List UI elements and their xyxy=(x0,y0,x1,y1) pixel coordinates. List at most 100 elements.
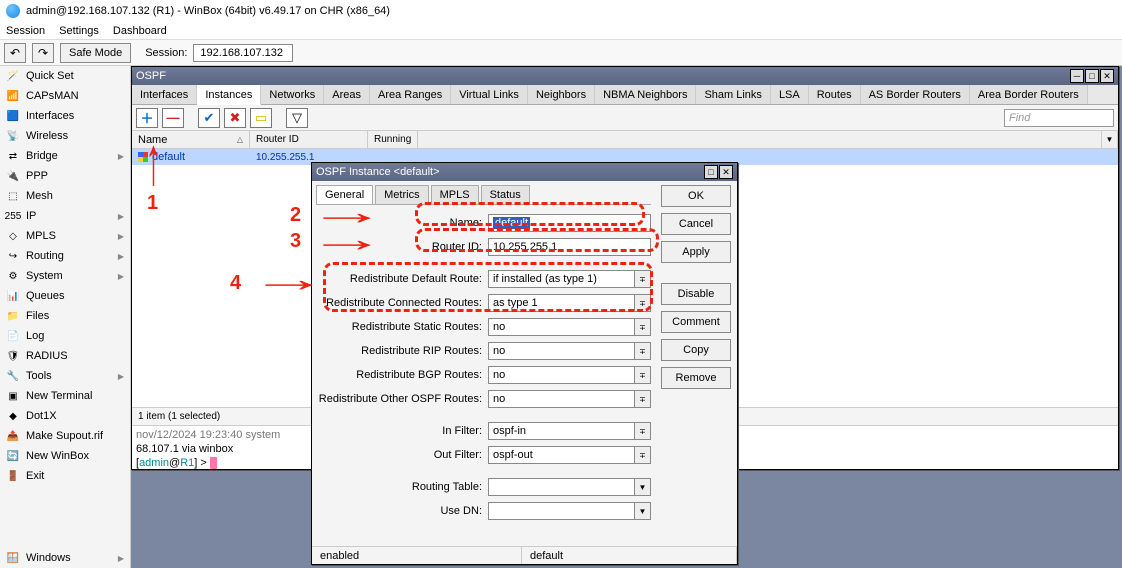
tab-virtual-links[interactable]: Virtual Links xyxy=(451,85,528,104)
dropdown-icon[interactable]: ∓ xyxy=(635,318,651,336)
tab-routes[interactable]: Routes xyxy=(809,85,861,104)
enable-button[interactable]: ✔ xyxy=(198,108,220,128)
dropdown-icon[interactable]: ∓ xyxy=(635,390,651,408)
redo-button[interactable]: ↷ xyxy=(32,43,54,63)
sidebar-item-mesh[interactable]: ⬚Mesh xyxy=(0,186,130,206)
sidebar-item-new-terminal[interactable]: ▣New Terminal xyxy=(0,386,130,406)
redist-rip-select[interactable]: no xyxy=(488,342,635,360)
apply-button[interactable]: Apply xyxy=(661,241,731,263)
tab-lsa[interactable]: LSA xyxy=(771,85,809,104)
sidebar-item-exit[interactable]: 🚪Exit xyxy=(0,466,130,486)
disable-button[interactable]: Disable xyxy=(661,283,731,305)
name-field[interactable]: default xyxy=(488,214,651,232)
tab-area-ranges[interactable]: Area Ranges xyxy=(370,85,451,104)
minimize-icon[interactable]: ─ xyxy=(1070,69,1084,83)
dialog-tab-metrics[interactable]: Metrics xyxy=(375,185,428,204)
sidebar-item-capsman[interactable]: 📶CAPsMAN xyxy=(0,86,130,106)
comment-button[interactable]: Comment xyxy=(661,311,731,333)
dropdown-icon[interactable]: ▼ xyxy=(635,502,651,520)
sidebar-item-routing[interactable]: ↪Routing▶ xyxy=(0,246,130,266)
undo-button[interactable]: ↶ xyxy=(4,43,26,63)
sidebar-item-label: CAPsMAN xyxy=(26,90,79,102)
sidebar-item-label: Interfaces xyxy=(26,110,74,122)
sidebar-item-tools[interactable]: 🔧Tools▶ xyxy=(0,366,130,386)
redist-default-select[interactable]: if installed (as type 1) xyxy=(488,270,635,288)
dropdown-icon[interactable]: ∓ xyxy=(635,270,651,288)
tab-networks[interactable]: Networks xyxy=(261,85,324,104)
dropdown-icon[interactable]: ∓ xyxy=(635,422,651,440)
comment-button[interactable]: ▭ xyxy=(250,108,272,128)
sidebar-item-dot1x[interactable]: ◆Dot1X xyxy=(0,406,130,426)
tab-neighbors[interactable]: Neighbors xyxy=(528,85,595,104)
sidebar-item-files[interactable]: 📁Files xyxy=(0,306,130,326)
router-id-field[interactable]: 10.255.255.1 xyxy=(488,238,651,256)
sidebar-item-log[interactable]: 📄Log xyxy=(0,326,130,346)
sidebar-item-label: New WinBox xyxy=(26,450,89,462)
sidebar-item-make-supout.rif[interactable]: 📤Make Supout.rif xyxy=(0,426,130,446)
add-button[interactable]: ＋ xyxy=(136,108,158,128)
col-router-id[interactable]: Router ID xyxy=(250,131,368,148)
disable-button[interactable]: ✖ xyxy=(224,108,246,128)
tab-sham-links[interactable]: Sham Links xyxy=(696,85,770,104)
out-filter-select[interactable]: ospf-out xyxy=(488,446,635,464)
chevron-right-icon: ▶ xyxy=(118,152,124,161)
sidebar-item-interfaces[interactable]: 🟦Interfaces xyxy=(0,106,130,126)
filter-button[interactable]: ▽ xyxy=(286,108,308,128)
sidebar-item-mpls[interactable]: ◇MPLS▶ xyxy=(0,226,130,246)
ok-button[interactable]: OK xyxy=(661,185,731,207)
sidebar-item-wireless[interactable]: 📡Wireless xyxy=(0,126,130,146)
close-icon[interactable]: ✕ xyxy=(719,165,733,179)
col-name[interactable]: Name△ xyxy=(132,131,250,148)
sidebar-item-radius[interactable]: 🛡RADIUS xyxy=(0,346,130,366)
sidebar-item-label: Mesh xyxy=(26,190,53,202)
remove-button[interactable]: — xyxy=(162,108,184,128)
dialog-title[interactable]: OSPF Instance <default> □ ✕ xyxy=(312,163,737,181)
sidebar-item-bridge[interactable]: ⇄Bridge▶ xyxy=(0,146,130,166)
redist-connected-select[interactable]: as type 1 xyxy=(488,294,635,312)
sidebar-item-windows[interactable]: 🪟Windows▶ xyxy=(0,548,130,568)
tab-areas[interactable]: Areas xyxy=(324,85,370,104)
chevron-right-icon: ▶ xyxy=(118,554,124,563)
tab-area-border-routers[interactable]: Area Border Routers xyxy=(970,85,1088,104)
sidebar-item-ip[interactable]: 255IP▶ xyxy=(0,206,130,226)
sidebar-item-label: Wireless xyxy=(26,130,68,142)
safe-mode-button[interactable]: Safe Mode xyxy=(60,43,131,63)
menu-settings[interactable]: Settings xyxy=(59,25,99,37)
remove-button[interactable]: Remove xyxy=(661,367,731,389)
maximize-icon[interactable]: □ xyxy=(1085,69,1099,83)
sidebar-item-queues[interactable]: 📊Queues xyxy=(0,286,130,306)
close-icon[interactable]: ✕ xyxy=(1100,69,1114,83)
sidebar-item-ppp[interactable]: 🔌PPP xyxy=(0,166,130,186)
columns-dropdown-icon[interactable]: ▼ xyxy=(1101,131,1117,148)
dropdown-icon[interactable]: ∓ xyxy=(635,294,651,312)
use-dn-select[interactable] xyxy=(488,502,635,520)
sidebar-item-system[interactable]: ⚙System▶ xyxy=(0,266,130,286)
dialog-tab-mpls[interactable]: MPLS xyxy=(431,185,479,204)
redist-bgp-select[interactable]: no xyxy=(488,366,635,384)
maximize-icon[interactable]: □ xyxy=(704,165,718,179)
find-input[interactable]: Find xyxy=(1004,109,1114,127)
cancel-button[interactable]: Cancel xyxy=(661,213,731,235)
dropdown-icon[interactable]: ▼ xyxy=(635,478,651,496)
sidebar-item-new-winbox[interactable]: 🔄New WinBox xyxy=(0,446,130,466)
menu-session[interactable]: Session xyxy=(6,25,45,37)
routing-table-select[interactable] xyxy=(488,478,635,496)
tab-nbma-neighbors[interactable]: NBMA Neighbors xyxy=(595,85,696,104)
in-filter-select[interactable]: ospf-in xyxy=(488,422,635,440)
dropdown-icon[interactable]: ∓ xyxy=(635,446,651,464)
copy-button[interactable]: Copy xyxy=(661,339,731,361)
tab-instances[interactable]: Instances xyxy=(197,85,261,105)
dialog-tab-general[interactable]: General xyxy=(316,185,373,204)
sidebar-item-quick-set[interactable]: 🪄Quick Set xyxy=(0,66,130,86)
redist-other-select[interactable]: no xyxy=(488,390,635,408)
dialog-tab-status[interactable]: Status xyxy=(481,185,530,204)
sidebar-item-label: Dot1X xyxy=(26,410,57,422)
tab-as-border-routers[interactable]: AS Border Routers xyxy=(861,85,970,104)
tab-interfaces[interactable]: Interfaces xyxy=(132,85,197,104)
dropdown-icon[interactable]: ∓ xyxy=(635,342,651,360)
menu-dashboard[interactable]: Dashboard xyxy=(113,25,167,37)
col-running[interactable]: Running xyxy=(368,131,418,148)
dropdown-icon[interactable]: ∓ xyxy=(635,366,651,384)
redist-static-select[interactable]: no xyxy=(488,318,635,336)
ospf-window-title[interactable]: OSPF ─ □ ✕ xyxy=(132,67,1118,85)
